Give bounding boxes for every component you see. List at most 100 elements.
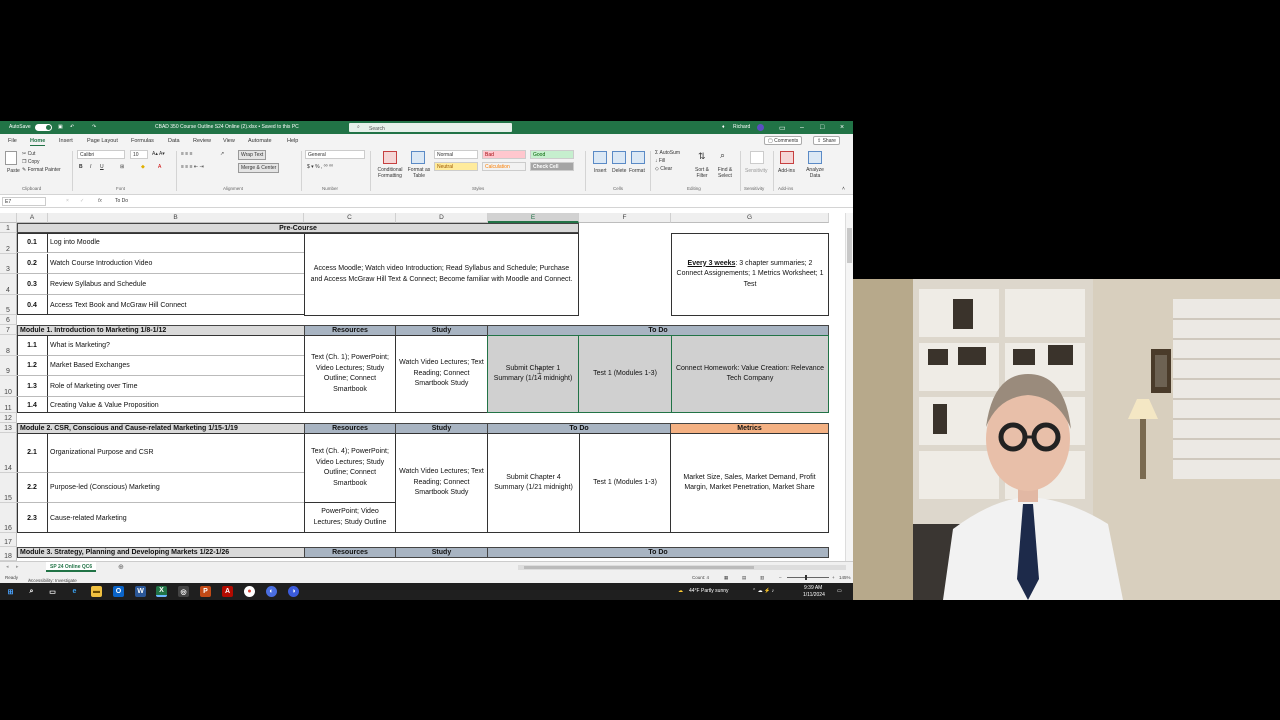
windows-start-icon[interactable]: ⊞ xyxy=(5,586,16,597)
style-bad[interactable]: Bad xyxy=(482,150,526,159)
row-header-16[interactable]: 16 xyxy=(0,503,17,533)
paste-button[interactable]: Paste xyxy=(7,168,20,174)
app-icon[interactable]: ◑ xyxy=(288,586,299,597)
excel-icon[interactable]: X xyxy=(156,586,167,597)
analyze-data-icon[interactable] xyxy=(808,151,822,164)
sensitivity-icon[interactable] xyxy=(750,151,764,164)
item-number[interactable]: 0.1 xyxy=(17,233,48,253)
font-name-select[interactable]: Calibri xyxy=(77,150,125,159)
format-as-table-button[interactable]: Format as Table xyxy=(406,167,432,179)
powerpoint-icon[interactable]: P xyxy=(200,586,211,597)
conditional-formatting-icon[interactable] xyxy=(383,151,397,164)
analyze-data-button[interactable]: Analyze Data xyxy=(804,167,826,179)
app-icon[interactable]: ◎ xyxy=(178,586,189,597)
maximize-icon[interactable]: □ xyxy=(820,124,824,131)
file-explorer-icon[interactable]: ▬ xyxy=(91,586,102,597)
format-painter-button[interactable]: ✎ Format Painter xyxy=(22,167,61,173)
precourse-description[interactable]: Access Moodle; Watch video Introduction;… xyxy=(304,233,579,316)
lightbulb-icon[interactable]: ♦ xyxy=(722,124,725,130)
addins-icon[interactable] xyxy=(780,151,794,164)
insert-cells-button[interactable]: Insert xyxy=(594,168,607,174)
column-header-e[interactable]: E xyxy=(488,213,579,223)
row-header-2[interactable]: 2 xyxy=(0,233,17,254)
cut-button[interactable]: ✂ Cut xyxy=(22,151,35,157)
tray-icons[interactable]: ⌃ ☁ ⚡ ♪ xyxy=(752,588,774,594)
sensitivity-button[interactable]: Sensitivity xyxy=(745,168,768,174)
ribbon-display-icon[interactable]: ▭ xyxy=(779,124,786,132)
edge-icon[interactable]: e xyxy=(69,586,80,597)
module2-metrics[interactable]: Market Size, Sales, Market Demand, Profi… xyxy=(670,433,829,533)
item-text[interactable]: Organizational Purpose and CSR xyxy=(48,433,304,473)
row-header-13[interactable]: 13 xyxy=(0,423,17,433)
zoom-slider[interactable] xyxy=(787,577,829,578)
weather-text[interactable]: 44°F Partly sunny xyxy=(689,588,729,594)
align-top-icon[interactable]: ≡ ≡ ≡ xyxy=(181,151,193,157)
module2-resources-extra[interactable]: PowerPoint; Video Lectures; Study Outlin… xyxy=(304,502,396,533)
font-size-select[interactable]: 10 xyxy=(130,150,148,159)
word-icon[interactable]: W xyxy=(135,586,146,597)
copy-button[interactable]: ❐ Copy xyxy=(22,159,40,165)
find-icon[interactable]: ⌕ xyxy=(720,150,725,161)
row-header-9[interactable]: 9 xyxy=(0,356,17,376)
module1-resources[interactable]: Text (Ch. 1); PowerPoint; Video Lectures… xyxy=(304,335,396,413)
delete-cells-button[interactable]: Delete xyxy=(612,168,626,174)
zoom-out-icon[interactable]: – xyxy=(779,575,782,580)
column-header-c[interactable]: C xyxy=(304,213,396,223)
fill-color-icon[interactable]: ◆ xyxy=(141,164,145,170)
clock-date[interactable]: 1/11/2024 xyxy=(803,592,825,598)
add-sheet-icon[interactable]: ⊕ xyxy=(118,563,124,571)
zoom-in-icon[interactable]: + xyxy=(832,575,835,580)
minimize-icon[interactable]: – xyxy=(800,124,804,131)
column-header-a[interactable]: A xyxy=(17,213,48,223)
redo-icon[interactable]: ↷ xyxy=(92,124,96,130)
tab-formulas[interactable]: Formulas xyxy=(131,138,154,144)
name-box[interactable]: E7 xyxy=(2,197,46,206)
row-header-12[interactable]: 12 xyxy=(0,413,17,423)
item-text[interactable]: Watch Course Introduction Video xyxy=(48,254,304,274)
item-number[interactable]: 2.2 xyxy=(17,473,48,503)
item-text[interactable]: What is Marketing? xyxy=(48,335,304,356)
underline-button[interactable]: U xyxy=(100,164,104,170)
autosave-toggle[interactable] xyxy=(35,124,52,131)
item-text[interactable]: Role of Marketing over Time xyxy=(48,376,304,397)
row-header-6[interactable]: 6 xyxy=(0,315,17,325)
close-icon[interactable]: × xyxy=(840,124,844,131)
acrobat-icon[interactable]: A xyxy=(222,586,233,597)
collapse-ribbon-icon[interactable]: ˄ xyxy=(842,186,845,192)
undo-icon[interactable]: ↶ xyxy=(70,124,74,130)
item-text[interactable]: Cause-related Marketing xyxy=(48,503,304,533)
style-good[interactable]: Good xyxy=(530,150,574,159)
item-number[interactable]: 0.3 xyxy=(17,274,48,295)
zoom-slider-knob[interactable] xyxy=(805,575,807,580)
next-sheet-icon[interactable]: ▸ xyxy=(16,564,19,570)
tab-help[interactable]: Help xyxy=(287,138,298,144)
sort-filter-button[interactable]: Sort & Filter xyxy=(693,167,711,179)
avatar[interactable] xyxy=(757,124,764,131)
clock-time[interactable]: 9:39 AM xyxy=(804,585,822,591)
worksheet[interactable]: A B C D E F G 1 2 3 4 5 6 7 8 9 10 11 12… xyxy=(0,213,853,561)
item-number[interactable]: 0.4 xyxy=(17,295,48,315)
clear-button[interactable]: ◇ Clear xyxy=(655,166,672,172)
style-neutral[interactable]: Neutral xyxy=(434,162,478,171)
item-text[interactable]: Purpose-led (Conscious) Marketing xyxy=(48,473,304,503)
bold-button[interactable]: B xyxy=(79,164,83,170)
item-number[interactable]: 0.2 xyxy=(17,254,48,274)
zoom-level[interactable]: 145% xyxy=(839,575,851,580)
module3-resources-header[interactable]: Resources xyxy=(304,547,396,558)
enter-icon[interactable]: ✓ xyxy=(80,198,84,204)
item-number[interactable]: 2.3 xyxy=(17,503,48,533)
style-normal[interactable]: Normal xyxy=(434,150,478,159)
item-text[interactable]: Review Syllabus and Schedule xyxy=(48,274,304,295)
save-icon[interactable]: ▣ xyxy=(58,124,63,130)
module1-study[interactable]: Watch Video Lectures; Text Reading; Conn… xyxy=(395,335,488,413)
search-box[interactable]: ⌕ Search xyxy=(349,123,512,132)
row-header-8[interactable]: 8 xyxy=(0,335,17,356)
share-button[interactable]: ⇪ Share xyxy=(813,136,840,145)
user-name[interactable]: Richard xyxy=(733,124,750,130)
style-calculation[interactable]: Calculation xyxy=(482,162,526,171)
tab-page-layout[interactable]: Page Layout xyxy=(87,138,118,144)
item-number[interactable]: 1.3 xyxy=(17,376,48,397)
row-header-5[interactable]: 5 xyxy=(0,295,17,315)
merge-center-button[interactable]: Merge & Center xyxy=(238,163,280,173)
tab-automate[interactable]: Automate xyxy=(248,138,272,144)
